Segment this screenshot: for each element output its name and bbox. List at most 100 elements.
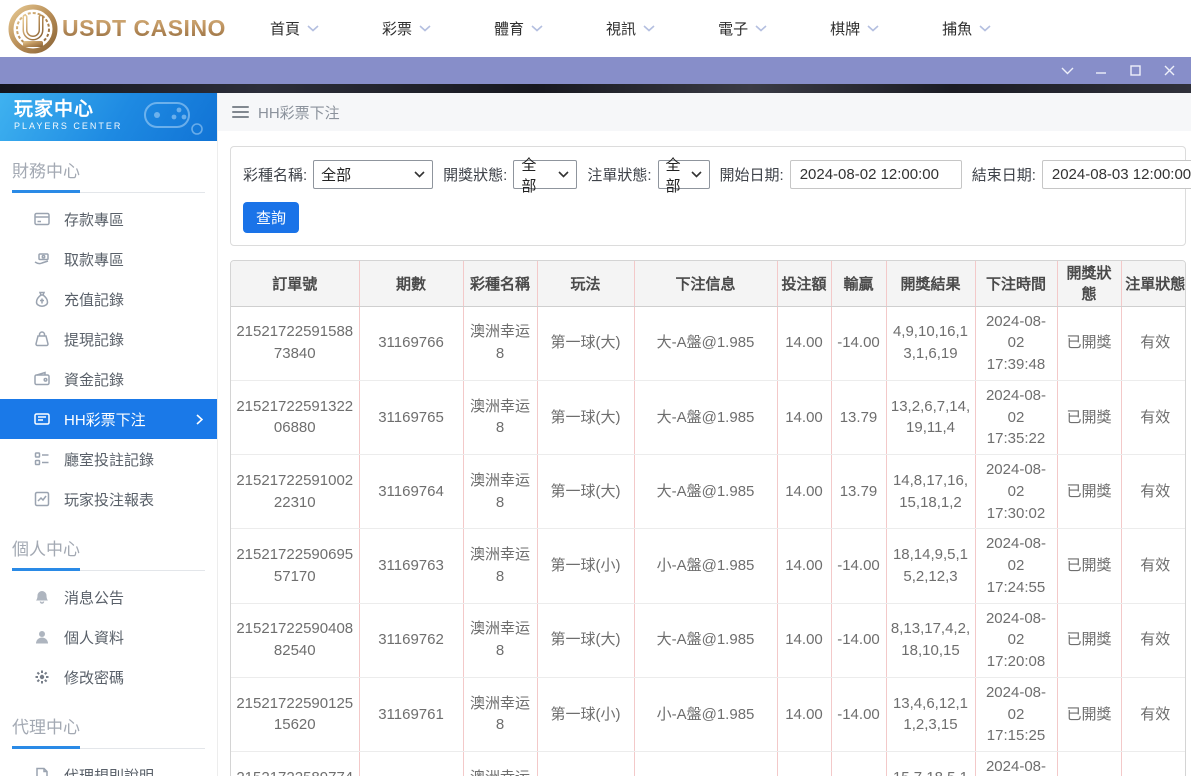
- cell-play: 第一球(大): [537, 603, 635, 678]
- content-area: 彩種名稱: 全部 開獎狀態: 全部 注單狀態: 全部 開始日期: 2024-08…: [218, 131, 1191, 776]
- sidebar-item-玩家投注報表[interactable]: 玩家投注報表: [0, 479, 217, 519]
- nav-item[interactable]: 首頁: [270, 10, 319, 47]
- window-titlebar: [0, 57, 1191, 84]
- chevron-down-icon: [643, 25, 655, 32]
- sidebar-item-label: 個人資料: [64, 629, 125, 647]
- cell-bet-info: 大-A盤@1.985: [634, 380, 778, 456]
- end-date-label: 結束日期:: [971, 167, 1036, 184]
- start-date-input[interactable]: [789, 160, 962, 189]
- section-underline: [12, 746, 205, 749]
- cell-bet-time: 2024-08-02 17:35:22: [975, 380, 1058, 456]
- sidebar-item-HH彩票下注[interactable]: HH彩票下注: [0, 399, 217, 439]
- table-header-row: 訂單號 期數 彩種名稱 玩法 下注信息 投注額 輸贏 開獎結果 下注時間 開獎狀態 注單狀態: [231, 261, 1185, 307]
- cell-bet-time: 2024-08-02 17:24:55: [975, 528, 1058, 604]
- cell-amount: 14.00: [777, 454, 832, 530]
- sidebar-section-title: 財務中心: [12, 162, 80, 181]
- draw-status-label: 開獎狀態:: [443, 167, 508, 184]
- sidebar-item-資金記錄[interactable]: 資金記錄: [0, 359, 217, 399]
- sidebar-item-label: 取款專區: [64, 251, 125, 269]
- cell-order-status: 有效: [1121, 677, 1185, 753]
- draw-status-select[interactable]: 全部: [513, 157, 578, 195]
- sidebar-item-label: 存款專區: [64, 211, 125, 229]
- sidebar-item-label: 廳室投註記錄: [64, 451, 155, 469]
- bet-records-table-panel: 訂單號 期數 彩種名稱 玩法 下注信息 投注額 輸贏 開獎結果 下注時間 開獎狀態 注單狀態 215…: [230, 260, 1186, 776]
- sidebar-item-修改密碼[interactable]: 修改密碼: [0, 657, 217, 697]
- chevron-down-icon: [979, 25, 991, 32]
- draw-status-selected: 全部: [521, 156, 537, 195]
- sidebar-header: 玩家中心 PLAYERS CENTER: [0, 93, 217, 141]
- cell-period: 31169763: [359, 528, 464, 604]
- sidebar-item-存款專區[interactable]: 存款專區: [0, 199, 217, 239]
- table-row: 2152172259012515620 31169761 澳洲幸运8 第一球(小) 小-…: [231, 677, 1185, 753]
- sidebar-item-label: 玩家投注報表: [64, 491, 155, 509]
- cell-order-no: 2152172259158873840: [231, 306, 360, 381]
- column-header: 下注信息: [634, 261, 778, 307]
- menu-toggle-icon[interactable]: [232, 103, 249, 121]
- nav-item[interactable]: 電子: [718, 10, 767, 47]
- cell-win-loss: -14.00: [831, 306, 887, 381]
- nav-item[interactable]: 彩票: [382, 10, 431, 47]
- order-status-select[interactable]: 全部: [657, 157, 710, 195]
- cell-order-no: 2152172259100222310: [231, 454, 360, 530]
- cell-amount: 14.00: [777, 677, 832, 753]
- sidebar-item-取款專區[interactable]: 取款專區: [0, 239, 217, 279]
- cell-period: 31169761: [359, 677, 464, 753]
- column-header: 注單狀態: [1121, 261, 1185, 307]
- cell-bet-time: 2024-08-02 17:20:08: [975, 603, 1058, 678]
- maximize-icon[interactable]: [1127, 63, 1143, 79]
- column-header: 下注時間: [975, 261, 1058, 307]
- cell-lottery: 澳洲幸运8: [463, 306, 538, 381]
- nav-item[interactable]: 捕魚: [942, 10, 991, 47]
- cell-lottery: 澳洲幸运8: [463, 528, 538, 604]
- main-menu: 首頁 彩票 體育 視訊 電子 棋牌 捕魚: [270, 10, 1054, 47]
- brand-logo[interactable]: USDT CASINO: [0, 4, 232, 54]
- cell-bet-info: 大-A盤@1.985: [634, 454, 778, 530]
- cell-bet-info: 大-A盤@1.985: [634, 603, 778, 678]
- table-row: 2152172259040882540 31169762 澳洲幸运8 第一球(大) 大-…: [231, 603, 1185, 678]
- sidebar-item-提現記錄[interactable]: 提現記錄: [0, 319, 217, 359]
- cell-play: 第一球(大): [537, 306, 635, 381]
- nav-item[interactable]: 棋牌: [830, 10, 879, 47]
- withdraw-icon: [33, 250, 51, 268]
- sidebar-item-label: HH彩票下注: [64, 411, 146, 429]
- cell-result: 14,8,17,16,15,18,1,2: [886, 454, 976, 530]
- gamepad-icon: [144, 102, 203, 135]
- search-button[interactable]: 查詢: [243, 202, 300, 233]
- cell-win-loss: 13.79: [831, 454, 887, 530]
- nav-item[interactable]: 體育: [494, 10, 543, 47]
- cell-result: 4,9,10,16,13,1,6,19: [886, 306, 976, 381]
- cell-play: 第一球(大): [537, 751, 635, 776]
- sidebar-item-廳室投註記錄[interactable]: 廳室投註記錄: [0, 439, 217, 479]
- page-title: HH彩票下注: [258, 104, 340, 122]
- lottery-name-label: 彩種名稱:: [243, 167, 308, 184]
- sidebar-item-代理規則說明[interactable]: 代理規則說明: [0, 755, 217, 776]
- column-header: 開獎狀態: [1057, 261, 1122, 307]
- nav-item-label: 視訊: [606, 21, 637, 38]
- hall-bet-record-icon: [33, 450, 51, 468]
- cell-lottery: 澳洲幸运8: [463, 454, 538, 530]
- cell-win-loss: -14.00: [831, 603, 887, 678]
- sidebar-item-消息公告[interactable]: 消息公告: [0, 577, 217, 617]
- filter-panel: 彩種名稱: 全部 開獎狀態: 全部 注單狀態: 全部 開始日期: 2024-08…: [230, 146, 1191, 246]
- cell-win-loss: 13.79: [831, 751, 887, 776]
- lottery-name-select[interactable]: 全部: [313, 160, 434, 189]
- cell-result: 8,13,17,4,2,18,10,15: [886, 603, 976, 678]
- sidebar-item-label: 代理規則說明: [64, 767, 155, 776]
- collapse-chevron-icon[interactable]: [1059, 63, 1075, 79]
- end-date-input[interactable]: [1041, 160, 1191, 189]
- lottery-bet-icon: [33, 410, 51, 428]
- close-icon[interactable]: [1161, 63, 1177, 79]
- gear-icon: [33, 668, 51, 686]
- decorative-strip: [0, 84, 1191, 93]
- nav-item[interactable]: 視訊: [606, 10, 655, 47]
- cell-draw-status: 已開獎: [1057, 677, 1122, 753]
- sidebar-item-個人資料[interactable]: 個人資料: [0, 617, 217, 657]
- column-header: 玩法: [537, 261, 635, 307]
- cell-order-no: 2152172259069557170: [231, 528, 360, 604]
- cell-bet-time: 2024-08-02 17:15:25: [975, 677, 1058, 753]
- sidebar-item-充值記錄[interactable]: 充值記錄: [0, 279, 217, 319]
- column-header: 輸贏: [831, 261, 887, 307]
- cell-win-loss: -14.00: [831, 528, 887, 604]
- minimize-icon[interactable]: [1093, 63, 1109, 79]
- cell-win-loss: -14.00: [831, 677, 887, 753]
